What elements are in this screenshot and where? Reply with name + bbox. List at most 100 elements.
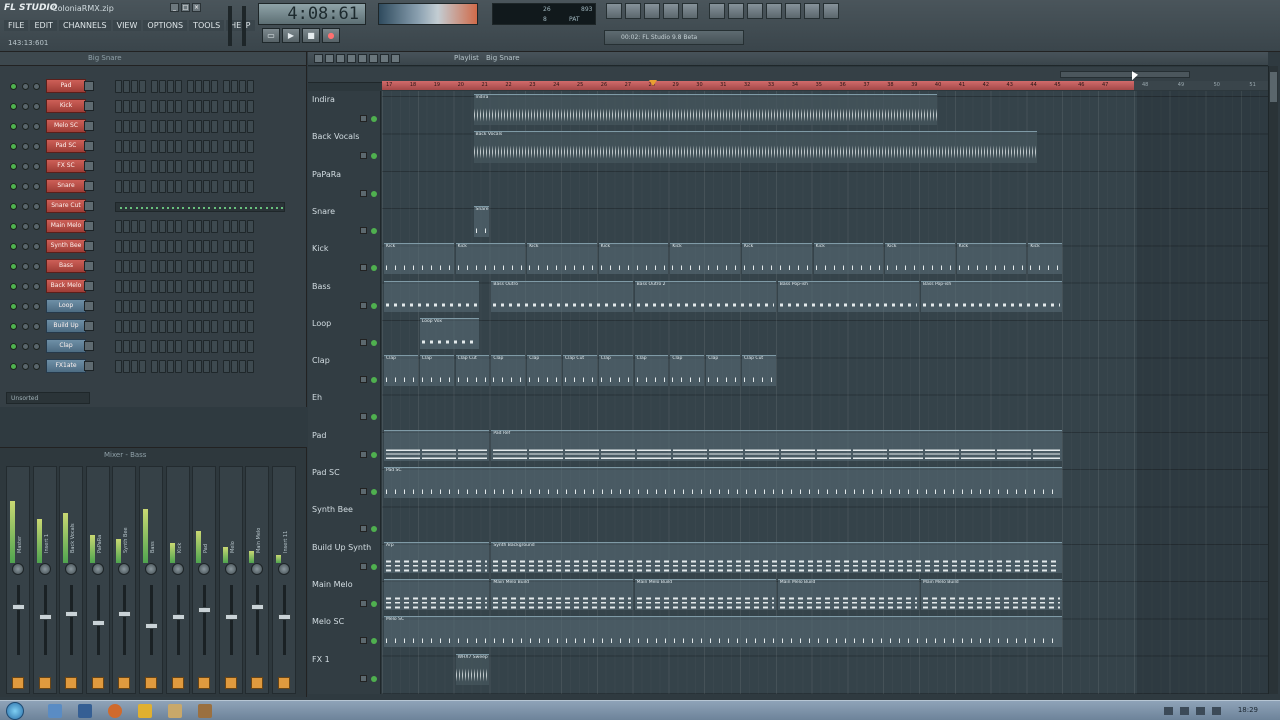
step-button[interactable] <box>231 320 238 333</box>
fx-enable-icon[interactable] <box>12 677 24 689</box>
channel-select-icon[interactable] <box>84 181 94 191</box>
track-name[interactable]: Back Vocals <box>312 132 359 141</box>
playback-tool-icon[interactable] <box>391 54 400 63</box>
playlist-clip[interactable]: WHX7 Sweep <box>455 653 490 685</box>
fader-track[interactable] <box>17 585 20 655</box>
mixer-channel[interactable]: Insert 1 <box>32 466 57 694</box>
step-button[interactable] <box>115 220 122 233</box>
track-mute-icon[interactable] <box>360 376 367 384</box>
step-button[interactable] <box>187 120 194 133</box>
channel-select-icon[interactable] <box>84 261 94 271</box>
channel-name-button[interactable]: Snare <box>46 179 86 193</box>
step-button[interactable] <box>211 120 218 133</box>
step-button[interactable] <box>223 360 230 373</box>
track-mute-icon[interactable] <box>360 562 367 570</box>
step-button[interactable] <box>223 160 230 173</box>
mixer-channel[interactable]: PaPaRa <box>85 466 110 694</box>
step-button[interactable] <box>123 100 130 113</box>
track-mute-icon[interactable] <box>360 637 367 645</box>
channel-row[interactable]: Synth Bee <box>0 238 290 256</box>
channel-pan-knob[interactable] <box>22 263 29 270</box>
step-button[interactable] <box>239 120 246 133</box>
step-button[interactable] <box>231 140 238 153</box>
step-button[interactable] <box>167 260 174 273</box>
step-button[interactable] <box>123 320 130 333</box>
step-button[interactable] <box>167 160 174 173</box>
channel-row[interactable]: FX1ate <box>0 358 290 376</box>
playlist-clip[interactable]: Kick <box>455 243 526 275</box>
step-button[interactable] <box>175 300 182 313</box>
record-button[interactable]: ● <box>322 28 340 43</box>
track-enable-led-icon[interactable] <box>371 339 377 346</box>
step-button[interactable] <box>159 320 166 333</box>
step-button[interactable] <box>139 160 146 173</box>
channel-select-icon[interactable] <box>84 201 94 211</box>
pan-knob[interactable] <box>38 563 51 575</box>
track-enable-led-icon[interactable] <box>371 489 377 495</box>
playlist-clip[interactable]: Clap <box>670 355 705 387</box>
draw-tool-icon[interactable] <box>314 54 323 63</box>
fl-studio-taskbar-icon[interactable] <box>138 704 152 718</box>
channel-row[interactable]: Clap <box>0 338 290 356</box>
track-name[interactable]: Clap <box>312 356 330 365</box>
playlist-clip[interactable]: Main Melo Build <box>921 578 1063 611</box>
track-enable-led-icon[interactable] <box>371 563 377 570</box>
step-button[interactable] <box>131 180 138 193</box>
channel-mute-led-icon[interactable] <box>10 363 17 370</box>
step-button[interactable] <box>139 260 146 273</box>
step-button[interactable] <box>175 140 182 153</box>
track-enable-led-icon[interactable] <box>371 190 377 197</box>
step-button[interactable] <box>151 320 158 333</box>
time-display[interactable]: 4:08:61 <box>258 3 366 25</box>
step-button[interactable] <box>131 320 138 333</box>
step-button[interactable] <box>139 280 146 293</box>
channel-pan-knob[interactable] <box>22 243 29 250</box>
playlist-clip[interactable]: Pad SC <box>384 467 1063 499</box>
mixer-channel[interactable]: Back Vocals <box>59 466 84 694</box>
settings-icon[interactable] <box>766 3 782 19</box>
save-icon[interactable] <box>728 3 744 19</box>
playlist-clip[interactable]: Bass Outro <box>491 280 633 312</box>
step-button[interactable] <box>167 180 174 193</box>
volume-fader[interactable] <box>118 610 132 617</box>
step-button[interactable] <box>247 120 254 133</box>
step-button[interactable] <box>203 80 210 93</box>
channel-volume-knob[interactable] <box>33 363 40 370</box>
track-name[interactable]: Kick <box>312 244 329 253</box>
volume-fader[interactable] <box>251 604 265 611</box>
step-button[interactable] <box>223 340 230 353</box>
channel-mute-led-icon[interactable] <box>10 283 17 290</box>
pan-knob[interactable] <box>91 563 104 575</box>
step-button[interactable] <box>151 140 158 153</box>
step-button[interactable] <box>203 220 210 233</box>
step-button[interactable] <box>203 120 210 133</box>
channel-mute-led-icon[interactable] <box>10 243 17 250</box>
step-button[interactable] <box>247 260 254 273</box>
step-button[interactable] <box>223 140 230 153</box>
pan-knob[interactable] <box>198 563 211 575</box>
step-button[interactable] <box>167 320 174 333</box>
track-name[interactable]: FX 1 <box>312 655 330 664</box>
step-button[interactable] <box>195 320 202 333</box>
playlist-clip[interactable]: Main Melo Build <box>634 578 776 611</box>
step-button[interactable] <box>231 360 238 373</box>
channel-mute-led-icon[interactable] <box>10 123 17 130</box>
menu-file[interactable]: FILE <box>4 20 29 31</box>
step-button[interactable] <box>151 280 158 293</box>
channel-select-icon[interactable] <box>84 241 94 251</box>
fader-track[interactable] <box>150 585 153 655</box>
channel-name-button[interactable]: FX1ate <box>46 359 86 373</box>
pan-knob[interactable] <box>65 563 78 575</box>
step-button[interactable] <box>159 220 166 233</box>
step-button[interactable] <box>131 340 138 353</box>
channel-select-icon[interactable] <box>84 121 94 131</box>
step-button[interactable] <box>203 340 210 353</box>
step-button[interactable] <box>195 100 202 113</box>
playlist-clip[interactable] <box>384 578 490 611</box>
channel-volume-knob[interactable] <box>33 143 40 150</box>
track-enable-led-icon[interactable] <box>371 451 377 458</box>
step-button[interactable] <box>203 360 210 373</box>
step-button[interactable] <box>151 120 158 133</box>
playlist-clip[interactable]: Clap Cut <box>742 355 776 387</box>
step-button[interactable] <box>203 320 210 333</box>
